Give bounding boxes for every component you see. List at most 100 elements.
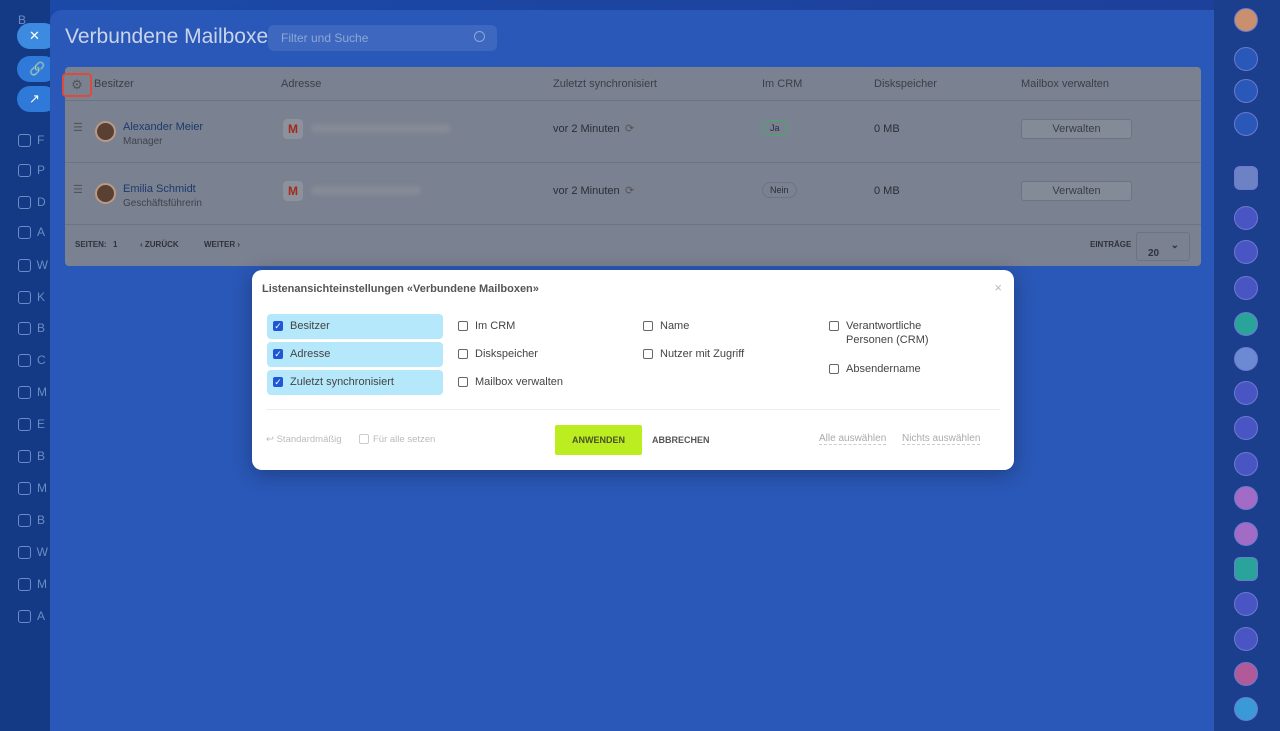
channel-icon[interactable] xyxy=(1234,627,1258,651)
option-nutzer-mit-zugriff[interactable]: Nutzer mit Zugriff xyxy=(637,342,744,367)
right-sidebar xyxy=(1214,0,1280,731)
select-all-link[interactable]: Alle auswählen xyxy=(819,433,887,445)
search-icon[interactable] xyxy=(1234,112,1258,136)
chat-icon[interactable] xyxy=(1234,276,1258,300)
sidebar-item[interactable]: B xyxy=(18,318,48,338)
option-mailbox-verwalten[interactable]: Mailbox verwalten xyxy=(452,370,563,395)
sidebar-item[interactable]: P xyxy=(18,160,48,180)
table-row[interactable]: ☰ Alexander Meier Manager M vor 2 Minute… xyxy=(65,101,1201,163)
mailbox-grid: ⚙ Besitzer Adresse Zuletzt synchronisier… xyxy=(62,67,1201,266)
pages-label: SEITEN: xyxy=(75,240,107,249)
chat-icon[interactable] xyxy=(1234,240,1258,264)
menu-item-icon xyxy=(18,609,31,623)
manage-button[interactable]: Verwalten xyxy=(1021,119,1132,139)
messages-icon[interactable] xyxy=(1234,697,1258,721)
option-diskspeicher[interactable]: Diskspeicher xyxy=(452,342,538,367)
sidebar-item[interactable]: W xyxy=(18,255,48,275)
entries-select[interactable]: 20 ⌄ xyxy=(1136,232,1190,261)
chevron-down-icon: ⌄ xyxy=(1170,240,1179,251)
sidebar-item-label: M xyxy=(37,481,47,495)
contact-avatar[interactable] xyxy=(1234,347,1258,371)
column-header[interactable]: Besitzer xyxy=(94,78,134,90)
option-adresse[interactable]: ✓ Adresse xyxy=(267,342,443,367)
menu-item-icon xyxy=(18,577,31,591)
option-zuletzt-synchronisiert[interactable]: ✓ Zuletzt synchronisiert xyxy=(267,370,443,395)
menu-item-icon xyxy=(18,545,31,559)
sidebar-item[interactable]: F xyxy=(18,130,48,150)
next-page-button[interactable]: WEITER › xyxy=(204,240,240,249)
chat-icon[interactable] xyxy=(1234,416,1258,440)
column-header[interactable]: Diskspeicher xyxy=(874,78,937,90)
menu-item-icon xyxy=(18,321,31,335)
apply-button[interactable]: ANWENDEN xyxy=(555,425,642,455)
sidebar-item[interactable]: E xyxy=(18,414,48,434)
sidebar-item[interactable]: M xyxy=(18,574,48,594)
divider xyxy=(266,409,1000,410)
sidebar-item[interactable]: M xyxy=(18,382,48,402)
option-im-crm[interactable]: Im CRM xyxy=(452,314,515,339)
set-for-all-checkbox[interactable]: Für alle setzen xyxy=(359,434,435,445)
search-input[interactable]: Filter und Suche xyxy=(268,25,497,51)
sidebar-item[interactable]: B xyxy=(18,510,48,530)
sidebar-item[interactable]: A xyxy=(18,222,48,242)
option-name[interactable]: Name xyxy=(637,314,689,339)
owner-name[interactable]: Alexander Meier xyxy=(123,121,203,133)
select-none-link[interactable]: Nichts auswählen xyxy=(902,433,981,445)
refresh-icon[interactable]: ⟳ xyxy=(625,122,634,135)
column-header[interactable]: Zuletzt synchronisiert xyxy=(553,78,657,90)
owner-role: Manager xyxy=(123,136,163,147)
chat-icon[interactable] xyxy=(1234,452,1258,476)
channel-icon[interactable] xyxy=(1234,592,1258,616)
owner-name[interactable]: Emilia Schmidt xyxy=(123,183,196,195)
sidebar-item-label: A xyxy=(37,609,46,623)
menu-item-icon xyxy=(18,417,31,431)
bell-icon[interactable] xyxy=(1234,47,1258,71)
column-header[interactable]: Mailbox verwalten xyxy=(1021,78,1109,90)
cancel-button[interactable]: ABBRECHEN xyxy=(652,435,710,445)
reset-default-link[interactable]: ↩ Standardmäßig xyxy=(266,434,342,445)
grid-footer: SEITEN: 1 ‹ ZURÜCK WEITER › EINTRÄGE 20 ⌄ xyxy=(65,225,1201,265)
column-header[interactable]: Adresse xyxy=(281,78,321,90)
sidebar-item-label: D xyxy=(37,195,46,209)
contact-avatar[interactable] xyxy=(1234,486,1258,510)
copilot-icon[interactable] xyxy=(1234,79,1258,103)
table-row[interactable]: ☰ Emilia Schmidt Geschäftsführerin M vor… xyxy=(65,163,1201,225)
page-title: Verbundene Mailboxen xyxy=(65,25,280,48)
contact-avatar[interactable] xyxy=(1234,166,1258,190)
contact-avatar[interactable] xyxy=(1234,522,1258,546)
option-verantwortliche-personen[interactable]: Verantwortliche Personen (CRM) xyxy=(823,314,943,346)
gear-icon[interactable]: ⚙ xyxy=(62,73,92,97)
menu-item-icon xyxy=(18,513,31,527)
drag-handle-icon[interactable]: ☰ xyxy=(73,183,83,196)
sidebar-item[interactable]: M xyxy=(18,478,48,498)
disk-usage: 0 MB xyxy=(874,123,900,135)
drag-handle-icon[interactable]: ☰ xyxy=(73,121,83,134)
user-avatar[interactable] xyxy=(1234,8,1258,32)
sidebar-item[interactable]: K xyxy=(18,287,48,307)
email-address xyxy=(311,186,421,195)
sidebar-item-label: B xyxy=(37,321,46,335)
manage-button[interactable]: Verwalten xyxy=(1021,181,1132,201)
chat-icon[interactable] xyxy=(1234,381,1258,405)
phone-icon[interactable] xyxy=(1234,312,1258,336)
option-besitzer[interactable]: ✓ Besitzer xyxy=(267,314,443,339)
close-icon[interactable]: × xyxy=(994,280,1002,295)
sidebar-item[interactable]: D xyxy=(18,192,48,212)
sidebar-item-label: W xyxy=(36,258,48,272)
chat-icon[interactable] xyxy=(1234,206,1258,230)
option-absendername[interactable]: Absendername xyxy=(823,357,921,382)
prev-page-button[interactable]: ‹ ZURÜCK xyxy=(140,240,179,249)
task-icon[interactable] xyxy=(1234,557,1258,581)
gmail-icon: M xyxy=(283,119,303,139)
refresh-icon[interactable]: ⟳ xyxy=(625,184,634,197)
sidebar-item[interactable]: C xyxy=(18,350,48,370)
sidebar-item[interactable]: B xyxy=(18,446,48,466)
contact-avatar[interactable] xyxy=(1234,662,1258,686)
sidebar-item[interactable]: A xyxy=(18,606,48,626)
menu-item-icon xyxy=(18,225,31,239)
column-header[interactable]: Im CRM xyxy=(762,78,802,90)
sidebar-item[interactable]: W xyxy=(18,542,48,562)
search-icon[interactable] xyxy=(474,31,485,42)
sidebar-item-label: P xyxy=(37,163,46,177)
sidebar-item-label: C xyxy=(37,353,46,367)
